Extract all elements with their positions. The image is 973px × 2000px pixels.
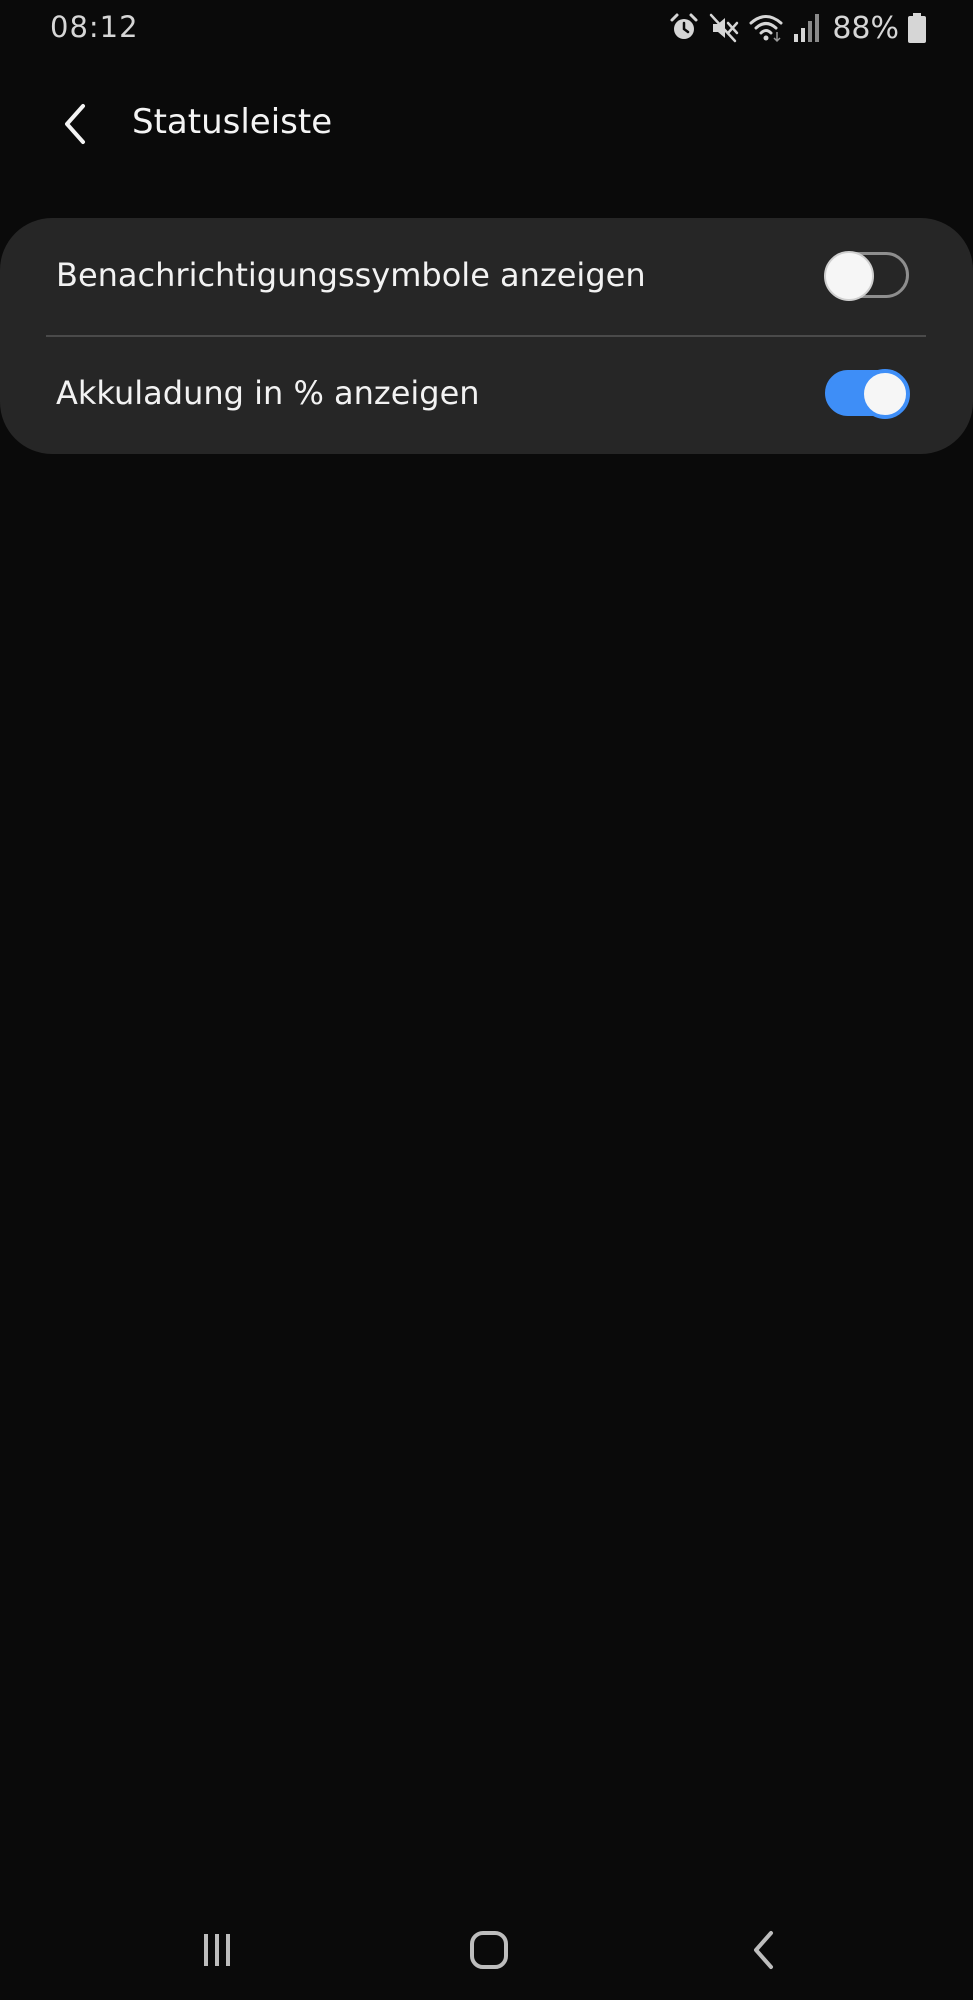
status-icons: 88% [668,10,927,46]
navigation-bar [0,1900,973,2000]
status-bar: 08:12 88% [0,0,973,56]
mute-icon [708,10,740,46]
page-title: Statusleiste [132,102,333,142]
back-icon [747,1928,777,1976]
toggle-knob [860,369,910,419]
setting-row-battery-percent[interactable]: Akkuladung in % anzeigen [0,336,973,454]
home-button[interactable] [449,1922,529,1982]
battery-percent: 88% [832,10,899,46]
status-time: 08:12 [50,10,139,44]
signal-icon [792,10,820,46]
recent-apps-button[interactable] [177,1922,257,1982]
setting-label: Akkuladung in % anzeigen [56,374,480,412]
setting-row-notification-icons[interactable]: Benachrichtigungssymbole anzeigen [0,218,973,336]
chevron-left-icon [59,102,89,150]
battery-percent-toggle[interactable] [825,369,910,419]
battery-icon [907,10,927,46]
alarm-icon [668,10,700,46]
wifi-icon [748,10,784,46]
app-header: Statusleiste [0,80,973,168]
recent-apps-icon [197,1930,237,1974]
home-icon [467,1928,511,1976]
back-button[interactable] [44,96,104,156]
toggle-knob [824,251,874,301]
notification-icons-toggle[interactable] [824,251,909,301]
nav-back-button[interactable] [722,1922,802,1982]
setting-label: Benachrichtigungssymbole anzeigen [56,256,646,294]
settings-card: Benachrichtigungssymbole anzeigen Akkula… [0,218,973,454]
